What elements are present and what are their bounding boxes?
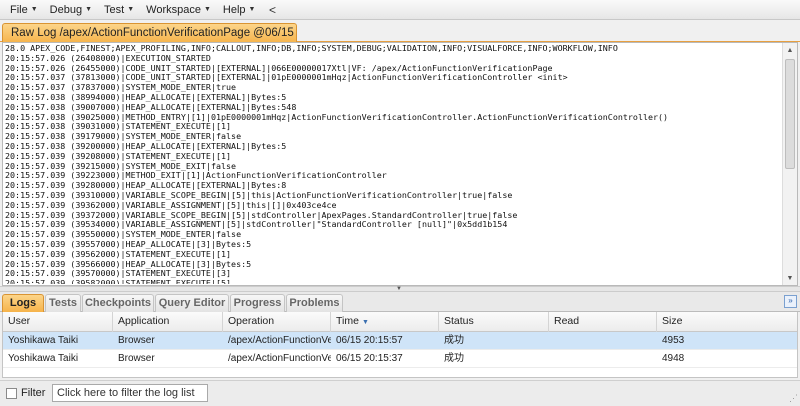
cell-application: Browser [118, 353, 155, 364]
menu-debug-label: Debug [49, 3, 83, 16]
column-header-time-label: Time [336, 315, 359, 327]
chevron-down-icon: ▼ [127, 6, 135, 13]
cell-status: 成功 [444, 353, 464, 364]
cell-user: Yoshikawa Taiki [8, 335, 79, 346]
column-header-time[interactable]: Time ▼ [331, 312, 439, 332]
tab-raw-log[interactable]: Raw Log /apex/ActionFunctionVerification… [2, 23, 297, 43]
column-header-status[interactable]: Status [439, 312, 549, 332]
raw-log-panel[interactable]: 28.0 APEX_CODE,FINEST;APEX_PROFILING,INF… [2, 42, 798, 286]
menu-test[interactable]: Test ▼ [98, 0, 140, 20]
tab-query-editor[interactable]: Query Editor [155, 294, 229, 312]
cell-status: 成功 [444, 335, 464, 346]
table-row[interactable]: Yoshikawa Taiki Browser /apex/ActionFunc… [3, 350, 797, 368]
cell-size: 4948 [662, 353, 685, 364]
tab-checkpoints[interactable]: Checkpoints [82, 294, 154, 312]
editor-tab-bar: Raw Log /apex/ActionFunctionVerification… [0, 20, 800, 43]
table-row[interactable]: Yoshikawa Taiki Browser /apex/ActionFunc… [3, 332, 797, 350]
tab-logs[interactable]: Logs [2, 294, 44, 312]
menu-workspace[interactable]: Workspace ▼ [140, 0, 217, 20]
cell-application: Browser [118, 335, 155, 346]
cell-read [549, 350, 657, 368]
column-header-read[interactable]: Read [549, 312, 657, 332]
cell-size: 4953 [662, 335, 685, 346]
chevron-down-icon: ▼ [248, 6, 256, 13]
log-list-table: User Application Operation Time ▼ Status … [2, 312, 798, 378]
cell-operation: /apex/ActionFunctionVerif... [228, 335, 331, 346]
tab-progress[interactable]: Progress [230, 294, 285, 312]
column-header-size[interactable]: Size [657, 312, 797, 332]
tab-problems[interactable]: Problems [286, 294, 343, 312]
menu-test-label: Test [104, 3, 125, 16]
back-button[interactable]: < [263, 2, 281, 18]
collapse-panel-icon[interactable]: » [784, 295, 797, 308]
chevron-down-icon: ▼ [30, 6, 38, 13]
scroll-up-icon[interactable]: ▲ [783, 43, 797, 57]
cell-user: Yoshikawa Taiki [8, 353, 79, 364]
menu-debug[interactable]: Debug ▼ [44, 0, 98, 20]
filter-label: Filter [21, 387, 46, 399]
menu-file-label: File [10, 3, 28, 16]
log-scrollbar-thumb[interactable] [785, 59, 795, 169]
menu-help-label: Help [222, 3, 246, 16]
raw-log-text: 28.0 APEX_CODE,FINEST;APEX_PROFILING,INF… [5, 44, 783, 284]
filter-input[interactable] [52, 384, 208, 402]
menu-workspace-label: Workspace [146, 3, 201, 16]
filter-checkbox[interactable] [6, 388, 17, 399]
log-scrollbar[interactable]: ▲ ▼ [782, 43, 797, 285]
filter-bar: Filter ⋰ [0, 380, 800, 406]
table-header: User Application Operation Time ▼ Status … [3, 312, 797, 332]
cell-time: 06/15 20:15:37 [336, 353, 403, 364]
column-header-application[interactable]: Application [113, 312, 223, 332]
cell-read [549, 332, 657, 350]
cell-operation: /apex/ActionFunctionVerif... [228, 353, 331, 364]
cell-time: 06/15 20:15:57 [336, 335, 403, 346]
sort-descending-icon: ▼ [361, 319, 369, 326]
bottom-tab-bar: Logs Tests Checkpoints Query Editor Prog… [0, 292, 800, 312]
column-header-user[interactable]: User [3, 312, 113, 332]
resize-grip-icon[interactable]: ⋰ [789, 393, 798, 404]
column-header-operation[interactable]: Operation [223, 312, 331, 332]
chevron-down-icon: ▼ [203, 6, 211, 13]
tab-tests[interactable]: Tests [45, 294, 81, 312]
scroll-down-icon[interactable]: ▼ [783, 271, 797, 285]
log-line: 20:15:57.039 (39582000)|STATEMENT_EXECUT… [5, 278, 232, 284]
menu-file[interactable]: File ▼ [4, 0, 44, 20]
chevron-down-icon: ▼ [85, 6, 93, 13]
menu-help[interactable]: Help ▼ [217, 0, 262, 20]
menu-bar: File ▼ Debug ▼ Test ▼ Workspace ▼ Help ▼ < [0, 0, 800, 20]
